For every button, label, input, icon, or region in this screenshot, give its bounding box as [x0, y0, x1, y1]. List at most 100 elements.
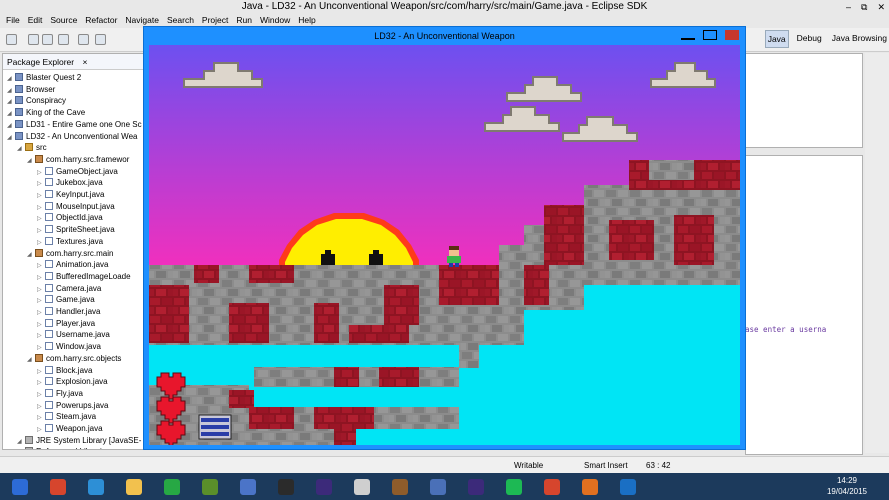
tree-item[interactable]: ◢ src [17, 142, 47, 154]
store-icon[interactable] [158, 476, 186, 498]
tree-item-label: Browser [26, 84, 56, 94]
expand-toggle-icon[interactable]: ◢ [27, 156, 35, 168]
restore-icon[interactable]: ⧉ [861, 0, 867, 14]
steam-icon[interactable] [272, 476, 300, 498]
game-title-bar[interactable]: LD32 - An Unconventional Weapon [144, 27, 745, 45]
tree-item[interactable]: ◢ com.harry.src.objects [27, 353, 121, 365]
tree-item[interactable]: ▷ KeyInput.java [37, 189, 104, 201]
package-icon [35, 154, 43, 163]
tree-item-label: Camera.java [56, 283, 102, 293]
tree-item[interactable]: ▷ Window.java [37, 341, 101, 353]
tree-item-label: Powerups.java [56, 400, 109, 410]
perspective-switcher: Java Debug Java Browsing [764, 30, 889, 48]
tree-item[interactable]: ◢ Browser [7, 84, 55, 96]
tree-item[interactable]: ▷ Animation.java [37, 259, 108, 271]
expand-toggle-icon[interactable]: ◢ [17, 448, 25, 449]
game-close-icon[interactable] [725, 30, 739, 40]
expand-toggle-icon[interactable]: ◢ [27, 250, 35, 262]
java-icon[interactable] [576, 476, 604, 498]
taskbar-clock[interactable]: 14:29 19/04/2015 [827, 475, 867, 497]
project-icon [15, 119, 23, 128]
close-icon[interactable]: ✕ [877, 0, 885, 14]
lower-platform-red-1 [249, 407, 294, 429]
tree-item[interactable]: ▷ ObjectId.java [37, 212, 103, 224]
perspective-java-browsing[interactable]: Java Browsing [830, 30, 889, 48]
tree-item[interactable]: ▷ Username.java [37, 329, 110, 341]
perspective-debug[interactable]: Debug [795, 30, 824, 48]
package-explorer-title[interactable]: Package Explorer [7, 57, 74, 67]
game-maximize-icon[interactable] [703, 30, 717, 40]
tree-item[interactable]: ◢ Conspiracy [7, 95, 66, 107]
outlook-icon[interactable] [614, 476, 642, 498]
menu-refactor[interactable]: Refactor [81, 14, 121, 27]
tree-item[interactable]: ◢ Blaster Quest 2 [7, 72, 81, 84]
tree-item[interactable]: ▷ Weapon.java [37, 423, 103, 435]
project-icon [15, 73, 23, 81]
start-icon[interactable] [6, 476, 34, 498]
java-file-icon [45, 342, 53, 351]
hammer-icon[interactable] [386, 476, 414, 498]
tree-item[interactable]: ▷ Steam.java [37, 411, 96, 423]
photo-icon[interactable] [424, 476, 452, 498]
tree-item[interactable]: ◢ Referenced Libraries [17, 446, 110, 449]
game-window[interactable]: LD32 - An Unconventional Weapon [143, 26, 746, 450]
expand-toggle-icon[interactable]: ◢ [7, 133, 15, 145]
tree-item[interactable]: ▷ Powerups.java [37, 400, 108, 412]
expand-toggle-icon[interactable]: ◢ [27, 355, 35, 367]
tree-item[interactable]: ◢ com.harry.src.framewor [27, 154, 129, 166]
tree-item[interactable]: ◢ LD32 - An Unconventional Wea [7, 131, 137, 143]
expand-toggle-icon[interactable]: ◢ [17, 144, 25, 156]
game-canvas[interactable] [149, 45, 740, 445]
tree-item[interactable]: ▷ Game.java [37, 294, 95, 306]
save-icon[interactable] [28, 34, 39, 45]
minecraft-icon[interactable] [196, 476, 224, 498]
menu-source[interactable]: Source [46, 14, 81, 27]
print-icon[interactable] [58, 34, 69, 45]
close-view-icon[interactable]: × [82, 57, 87, 67]
tree-item[interactable]: ▷ Explosion.java [37, 376, 108, 388]
tree-item-label: Textures.java [56, 236, 104, 246]
java-file-icon [45, 213, 53, 222]
tree-item[interactable]: ▷ Player.java [37, 318, 95, 330]
tree-item[interactable]: ▷ SpriteSheet.java [37, 224, 115, 236]
game-minimize-icon[interactable] [681, 30, 695, 40]
spotify-icon[interactable] [500, 476, 528, 498]
java-file-icon [45, 283, 53, 292]
file-explorer-icon[interactable] [120, 476, 148, 498]
tree-item[interactable]: ▷ BufferedImageLoade [37, 271, 131, 283]
tree-item-label: Game.java [56, 295, 95, 305]
tree-item[interactable]: ◢ JRE System Library [JavaSE- [17, 435, 141, 447]
tree-item[interactable]: ▷ Textures.java [37, 236, 103, 248]
eclipse-icon[interactable] [310, 476, 338, 498]
lower-platform-red-3 [229, 390, 254, 408]
tree-item[interactable]: ▷ GameObject.java [37, 166, 118, 178]
eye-icon[interactable] [348, 476, 376, 498]
tree-item[interactable]: ▷ Handler.java [37, 306, 100, 318]
tree-item[interactable]: ▷ Block.java [37, 365, 92, 377]
save-all-icon[interactable] [42, 34, 53, 45]
java-file-icon [45, 330, 53, 339]
paint-icon[interactable] [234, 476, 262, 498]
tree-item[interactable]: ▷ Fly.java [37, 388, 83, 400]
run-icon[interactable] [95, 34, 106, 45]
eclipse-icon-2[interactable] [462, 476, 490, 498]
tree-item[interactable]: ◢ King of the Cave [7, 107, 85, 119]
hammer-icon-glyph [392, 479, 408, 495]
menu-edit[interactable]: Edit [24, 14, 47, 27]
tree-item[interactable]: ▷ MouseInput.java [37, 201, 115, 213]
tree-item[interactable]: ▷ Jukebox.java [37, 177, 103, 189]
tree-item-label: Window.java [56, 342, 101, 352]
menu-file[interactable]: File [2, 14, 24, 27]
minimize-icon[interactable]: – [846, 0, 851, 14]
chrome-icon[interactable] [44, 476, 72, 498]
perspective-java[interactable]: Java [764, 30, 789, 48]
debug-icon[interactable] [78, 34, 89, 45]
java-file-icon [45, 377, 53, 386]
tree-item[interactable]: ◢ LD31 - Entire Game one One Sc [7, 119, 142, 131]
new-icon[interactable] [6, 34, 17, 45]
tree-item[interactable]: ◢ com.harry.src.main [27, 248, 113, 260]
tree-item[interactable]: ▷ Camera.java [37, 283, 101, 295]
java-file-icon [45, 424, 53, 432]
flag-icon[interactable] [538, 476, 566, 498]
ie-icon[interactable] [82, 476, 110, 498]
